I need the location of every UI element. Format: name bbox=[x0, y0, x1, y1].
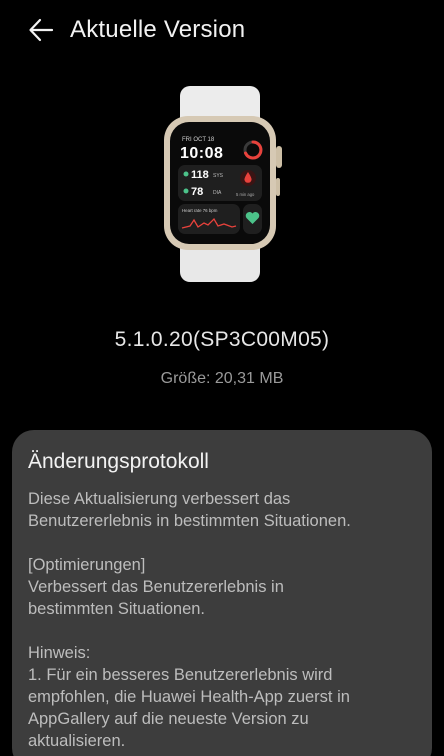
changelog-optimizations: [Optimierungen] Verbessert das Benutzere… bbox=[28, 556, 284, 618]
digital-crown bbox=[276, 146, 282, 168]
watch-image: FRI OCT 18 10:08 118 SYS 78 DIA 5 min ag… bbox=[164, 86, 282, 282]
measurement-ago: 5 min ago bbox=[236, 192, 255, 197]
sys-dot-icon bbox=[183, 171, 189, 177]
heart-rate-text: Heart rate 76 bpm bbox=[182, 208, 218, 213]
header: Aktuelle Version bbox=[0, 0, 444, 60]
changelog-note: Hinweis: 1. Für ein besseres Benutzererl… bbox=[28, 644, 350, 750]
sys-value: 118 bbox=[191, 169, 209, 181]
watch-time: 10:08 bbox=[180, 145, 223, 162]
side-button bbox=[276, 178, 280, 196]
firmware-version: 5.1.0.20(SP3C00M05) bbox=[114, 328, 330, 351]
back-button[interactable] bbox=[26, 14, 58, 46]
page-title: Aktuelle Version bbox=[70, 16, 246, 43]
arrow-left-icon bbox=[29, 18, 54, 42]
sys-label: SYS bbox=[213, 173, 224, 179]
watch-date: FRI OCT 18 bbox=[182, 137, 215, 143]
changelog-title: Änderungsprotokoll bbox=[28, 450, 209, 473]
dia-dot-icon bbox=[183, 188, 189, 194]
screen: Aktuelle Version FRI OCT 18 10:08 118 SY… bbox=[0, 0, 444, 756]
dia-label: DIA bbox=[213, 190, 222, 196]
changelog-intro: Diese Aktualisierung verbessert das Benu… bbox=[28, 490, 351, 530]
dia-value: 78 bbox=[191, 186, 203, 198]
firmware-size: Größe: 20,31 MB bbox=[160, 370, 284, 387]
changelog-card: Änderungsprotokoll Diese Aktualisierung … bbox=[12, 430, 432, 756]
